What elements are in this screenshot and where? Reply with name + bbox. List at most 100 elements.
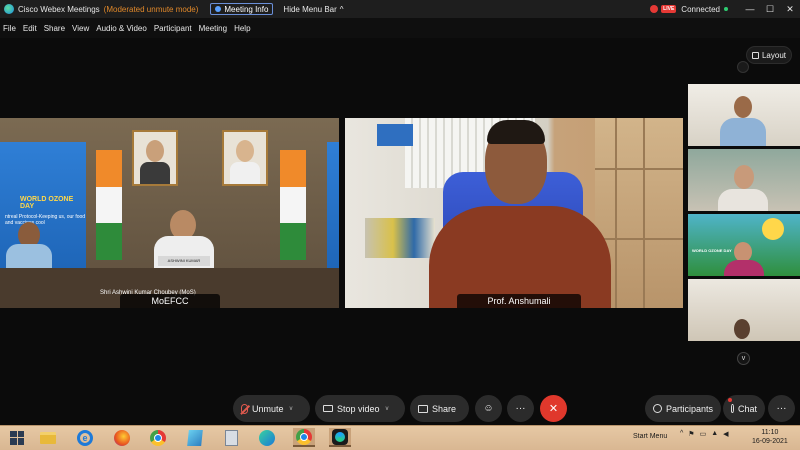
chevron-down-icon[interactable]: v — [386, 406, 389, 412]
video-tile-moefcc[interactable]: WORLD OZONE DAY ntreal Protocol-Keeping … — [0, 118, 339, 308]
thumbnail-ozone-text: WORLD OZONE DAY — [692, 248, 732, 253]
taskbar-webex[interactable] — [329, 428, 351, 447]
folder-icon — [40, 431, 56, 444]
chevron-down-icon[interactable]: v — [290, 406, 293, 412]
flag-left — [96, 150, 122, 260]
info-icon — [215, 6, 222, 12]
chat-notification-dot — [728, 398, 732, 402]
participants-label: Participants — [665, 403, 713, 414]
menu-participant[interactable]: Participant — [154, 24, 192, 33]
stop-video-label: Stop video — [337, 403, 380, 414]
video-tile-anshumali[interactable]: Prof. Anshumali — [345, 118, 683, 308]
taskbar-firefox[interactable] — [111, 428, 133, 447]
share-icon — [418, 404, 428, 413]
layout-icon — [751, 51, 759, 59]
battery-icon[interactable]: ▭ — [700, 430, 707, 438]
webex-logo-icon — [4, 4, 14, 14]
system-tray: ^ ⚑ ▭ ▲ ◀ — [680, 430, 729, 438]
panel-more-button[interactable]: ··· — [768, 395, 795, 422]
banner-title: WORLD OZONE DAY — [20, 196, 74, 210]
layout-button[interactable]: Layout — [746, 46, 792, 64]
webex-icon — [332, 428, 348, 445]
menu-share[interactable]: Share — [44, 24, 65, 33]
start-button[interactable] — [6, 428, 28, 447]
layout-label: Layout — [761, 50, 787, 60]
participants-button[interactable]: Participants — [645, 395, 721, 422]
taskbar-calculator[interactable] — [220, 428, 242, 447]
thumbnail-participant-3[interactable]: WORLD OZONE DAY — [688, 214, 800, 276]
camera-icon — [323, 405, 333, 412]
internet-explorer-icon: e — [77, 429, 93, 446]
taskbar-edge[interactable] — [256, 428, 278, 447]
firefox-icon — [114, 429, 130, 446]
webex-window: Cisco Webex Meetings (Moderated unmute m… — [0, 0, 800, 450]
video-label-moefcc: MoEFCC — [120, 294, 220, 308]
scroll-up-button[interactable] — [737, 61, 749, 73]
unmute-label: Unmute — [252, 403, 284, 414]
chrome-icon — [150, 429, 166, 446]
reactions-button[interactable]: ☺ — [475, 395, 502, 422]
minimize-button[interactable]: — — [740, 4, 760, 14]
sun-graphic — [762, 218, 784, 240]
taskbar-clock[interactable]: 11:10 16-09-2021 — [752, 428, 788, 446]
share-label: Share — [432, 403, 457, 414]
menu-meeting[interactable]: Meeting — [199, 24, 227, 33]
taskbar-chrome-active[interactable] — [293, 428, 315, 447]
start-menu-label[interactable]: Start Menu — [633, 433, 667, 440]
menu-audio-video[interactable]: Audio & Video — [96, 24, 147, 33]
thumbnail-participant-1[interactable] — [688, 84, 800, 146]
taskbar-chrome[interactable] — [147, 428, 169, 447]
menu-bar: File Edit Share View Audio & Video Parti… — [0, 18, 800, 38]
chrome-icon — [296, 428, 312, 445]
thumbnail-participant-2[interactable] — [688, 149, 800, 211]
participant-shirt — [429, 206, 611, 308]
more-options-button[interactable]: ··· — [507, 395, 534, 422]
app-title: Cisco Webex Meetings — [18, 4, 100, 14]
menu-help[interactable]: Help — [234, 24, 250, 33]
stop-video-button[interactable]: Stop video v — [315, 395, 405, 422]
chevron-up-icon: ^ — [339, 4, 344, 14]
clock-date: 16-09-2021 — [752, 438, 788, 445]
more-icon: ··· — [776, 403, 787, 414]
menu-view[interactable]: View — [72, 24, 89, 33]
meeting-info-button[interactable]: Meeting Info — [210, 3, 274, 15]
hide-menu-bar-button[interactable]: Hide Menu Bar ^ — [283, 5, 343, 14]
participant-hair — [487, 120, 545, 144]
participant-icon — [653, 404, 662, 413]
menu-edit[interactable]: Edit — [23, 24, 37, 33]
portrait-frame-right — [222, 130, 268, 186]
maximize-button[interactable]: ☐ — [760, 4, 780, 15]
taskbar-explorer[interactable] — [37, 428, 59, 447]
title-bar: Cisco Webex Meetings (Moderated unmute m… — [0, 0, 800, 18]
unmute-button[interactable]: Unmute v — [233, 395, 310, 422]
chat-icon — [731, 404, 734, 413]
moderated-mode-label: (Moderated unmute mode) — [103, 4, 199, 14]
share-button[interactable]: Share — [410, 395, 469, 422]
chevron-up-icon[interactable]: ^ — [680, 430, 683, 438]
smiley-icon: ☺ — [483, 403, 494, 414]
connected-dot-icon — [724, 7, 728, 11]
chat-label: Chat — [737, 403, 757, 414]
thumbnail-participant-4[interactable] — [688, 279, 800, 341]
chevron-down-icon[interactable]: v — [737, 352, 750, 365]
taskbar-app[interactable] — [184, 428, 206, 447]
taskbar-internet-explorer[interactable]: e — [74, 428, 96, 447]
meeting-info-label: Meeting Info — [224, 4, 269, 14]
app-icon — [187, 429, 203, 446]
volume-icon[interactable]: ◀ — [723, 430, 728, 438]
flag-icon[interactable]: ⚑ — [688, 430, 694, 438]
desk-items — [365, 218, 435, 258]
banner-subtitle: ntreal Protocol-Keeping us, our food and… — [5, 214, 86, 226]
menu-file[interactable]: File — [3, 24, 16, 33]
close-window-button[interactable]: ✕ — [780, 4, 800, 15]
edge-icon — [259, 429, 275, 446]
chat-button[interactable]: Chat — [723, 395, 765, 422]
hide-menu-bar-label: Hide Menu Bar — [283, 4, 337, 14]
leave-meeting-button[interactable]: ✕ — [540, 395, 567, 422]
recording-icon — [650, 5, 659, 13]
network-icon[interactable]: ▲ — [711, 430, 718, 438]
clock-time: 11:10 — [761, 429, 779, 436]
flag-right — [280, 150, 306, 260]
calculator-icon — [224, 429, 238, 446]
more-icon: ··· — [515, 403, 526, 414]
